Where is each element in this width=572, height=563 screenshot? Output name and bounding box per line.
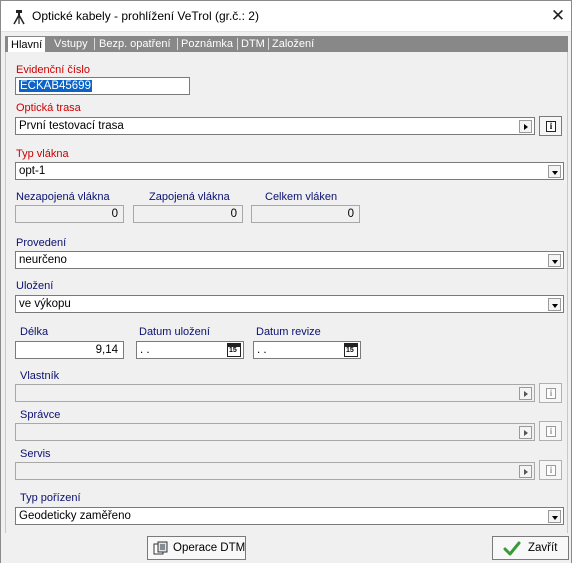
tab-dtm[interactable]: DTM <box>238 36 268 52</box>
close-icon[interactable]: ✕ <box>549 6 567 26</box>
vlastnik-label: Vlastník <box>20 370 60 382</box>
lookup-arrow-icon[interactable] <box>519 387 532 400</box>
evidencni-cislo-value: ECKAB45699 <box>19 80 92 92</box>
window-title: Optické kabely - prohlížení VeTrol (gr.č… <box>32 9 259 23</box>
tab-vstupy[interactable]: Vstupy <box>51 36 91 52</box>
title-bar: Optické kabely - prohlížení VeTrol (gr.č… <box>1 1 571 32</box>
typ-vlakna-value: opt-1 <box>19 165 46 177</box>
checkmark-icon <box>503 541 521 556</box>
provedeni-select[interactable]: neurčeno <box>15 251 564 269</box>
info-icon: i <box>546 465 556 476</box>
info-icon: i <box>546 426 556 437</box>
vlastnik-field[interactable] <box>15 384 535 402</box>
evidencni-cislo-label: Evidenční číslo <box>16 64 90 76</box>
tab-bar: Hlavní Vstupy Bezp. opatření Poznámka DT… <box>5 36 568 53</box>
opticka-trasa-value: První testovací trasa <box>19 120 124 132</box>
documents-icon <box>153 541 168 555</box>
datum-revize-field[interactable]: . . 15 <box>253 341 361 359</box>
zavrit-button[interactable]: Zavřít <box>492 536 569 560</box>
vlastnik-info-button[interactable]: i <box>539 383 562 403</box>
datum-ulozeni-label: Datum uložení <box>139 326 210 338</box>
nezapojena-label: Nezapojená vlákna <box>16 191 110 203</box>
zapojena-field: 0 <box>133 205 243 223</box>
zapojena-label: Zapojená vlákna <box>149 191 230 203</box>
provedeni-label: Provedení <box>16 237 67 249</box>
typ-porizeni-label: Typ pořízení <box>20 492 81 504</box>
opticka-trasa-label: Optická trasa <box>16 102 81 114</box>
operace-dtm-button[interactable]: Operace DTM <box>147 536 246 560</box>
button-bar: Operace DTM Zavřít <box>1 533 571 563</box>
chevron-down-icon[interactable] <box>548 298 561 311</box>
nezapojena-field: 0 <box>15 205 124 223</box>
typ-vlakna-select[interactable]: opt-1 <box>15 162 564 180</box>
main-panel: Evidenční číslo ECKAB45699 Optická trasa… <box>5 52 568 533</box>
tab-bezp-opatreni[interactable]: Bezp. opatření <box>96 36 174 52</box>
delka-field[interactable]: 9,14 <box>15 341 124 359</box>
datum-ulozeni-value: . . <box>140 344 150 356</box>
typ-vlakna-label: Typ vlákna <box>16 148 69 160</box>
spravce-label: Správce <box>20 409 61 421</box>
chevron-down-icon[interactable] <box>548 254 561 267</box>
provedeni-value: neurčeno <box>19 254 67 266</box>
dialog-window: Optické kabely - prohlížení VeTrol (gr.č… <box>0 0 572 563</box>
celkem-label: Celkem vláken <box>265 191 338 203</box>
info-icon: i <box>546 121 556 132</box>
typ-porizeni-value: Geodeticky zaměřeno <box>19 510 131 522</box>
tab-separator <box>94 38 95 50</box>
servis-label: Servis <box>20 448 51 460</box>
tab-poznamka[interactable]: Poznámka <box>178 36 236 52</box>
delka-label: Délka <box>20 326 49 338</box>
operace-dtm-label: Operace DTM <box>173 542 246 554</box>
ulozeni-label: Uložení <box>16 280 54 292</box>
chevron-down-icon[interactable] <box>548 510 561 523</box>
datum-revize-value: . . <box>257 344 267 356</box>
servis-field[interactable] <box>15 462 535 480</box>
tab-hlavni[interactable]: Hlavní <box>7 36 47 53</box>
spravce-info-button[interactable]: i <box>539 421 562 441</box>
info-icon: i <box>546 388 556 399</box>
opticka-trasa-info-button[interactable]: i <box>539 116 562 136</box>
evidencni-cislo-field[interactable]: ECKAB45699 <box>15 77 190 95</box>
lookup-arrow-icon[interactable] <box>519 426 532 439</box>
chevron-down-icon[interactable] <box>548 165 561 178</box>
zavrit-label: Zavřít <box>528 542 558 554</box>
datum-ulozeni-field[interactable]: . . 15 <box>136 341 244 359</box>
celkem-field: 0 <box>251 205 360 223</box>
ulozeni-value: ve výkopu <box>19 298 71 310</box>
servis-info-button[interactable]: i <box>539 460 562 480</box>
lookup-arrow-icon[interactable] <box>519 465 532 478</box>
datum-revize-label: Datum revize <box>256 326 321 338</box>
lookup-arrow-icon[interactable] <box>519 120 532 133</box>
calendar-icon[interactable]: 15 <box>344 343 358 357</box>
tripod-icon <box>13 10 25 25</box>
ulozeni-select[interactable]: ve výkopu <box>15 295 564 313</box>
opticka-trasa-field[interactable]: První testovací trasa <box>15 117 535 135</box>
calendar-icon[interactable]: 15 <box>227 343 241 357</box>
typ-porizeni-select[interactable]: Geodeticky zaměřeno <box>15 507 564 525</box>
tab-zalozeni[interactable]: Založení <box>269 36 317 52</box>
spravce-field[interactable] <box>15 423 535 441</box>
